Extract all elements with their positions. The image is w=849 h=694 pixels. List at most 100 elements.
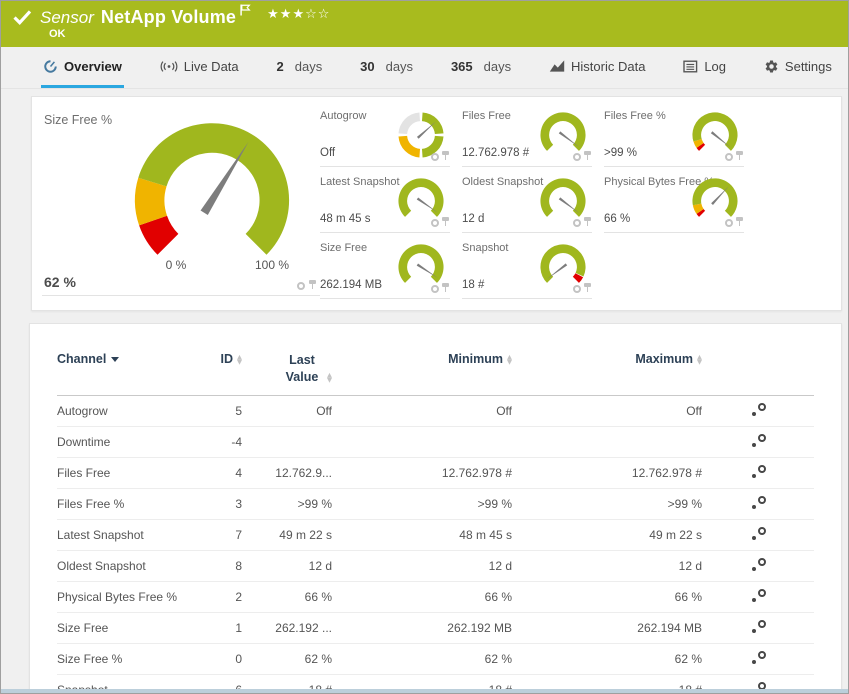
gauge-tile-autogrow[interactable]: Autogrow Off (320, 101, 450, 167)
edit-channel-icon[interactable] (750, 557, 767, 574)
channel-maximum: 12.762.978 # (631, 465, 702, 480)
pin-icon[interactable] (442, 217, 449, 227)
channel-name[interactable]: Files Free (57, 466, 207, 480)
table-header-row: Channel ID ▲ ▼ Last Value ▲ ▼ Minimum ▲ ▼ Maxi… (57, 352, 814, 396)
gauge-scale-max: 100 % (254, 258, 290, 272)
gauge-tile-files-free-pct[interactable]: Files Free % >99 % (604, 101, 744, 167)
tab-label: Log (704, 58, 727, 74)
gauge-tile-latest-snapshot[interactable]: Latest Snapshot 48 m 45 s (320, 167, 450, 233)
channel-name[interactable]: Files Free % (57, 497, 207, 511)
tab-live-data[interactable]: Live Data (158, 47, 241, 88)
gauge-tile-size-free[interactable]: Size Free 262.194 MB (320, 233, 450, 299)
channel-name[interactable]: Latest Snapshot (57, 528, 207, 542)
tab-label: 30 (360, 58, 375, 74)
channel-last-value: 62 % (304, 651, 332, 666)
chevron-down-icon (111, 357, 120, 363)
tab-settings[interactable]: Settings (762, 47, 834, 88)
column-header-maximum[interactable]: Maximum ▲ ▼ (512, 352, 702, 366)
edit-channel-icon[interactable] (750, 588, 767, 605)
edit-channel-icon[interactable] (750, 433, 767, 450)
channel-id: 2 (235, 589, 242, 604)
gauges-panel: Size Free % 0 % 100 % 62 % Autogrow Off … (31, 96, 842, 311)
gear-icon[interactable] (297, 282, 305, 290)
chart-icon (549, 59, 565, 73)
gauge-tile-physical-bytes-free-pct[interactable]: Physical Bytes Free % 66 % (604, 167, 744, 233)
sensor-header: Sensor NetApp Volume ★★★☆☆ OK (1, 1, 848, 47)
pin-icon[interactable] (442, 151, 449, 161)
pin-icon[interactable] (736, 151, 743, 161)
gauge-tile-oldest-snapshot[interactable]: Oldest Snapshot 12 d (462, 167, 592, 233)
gear-icon (764, 59, 779, 74)
channel-id: 4 (235, 465, 242, 480)
edit-channel-icon[interactable] (750, 495, 767, 512)
edit-channel-icon[interactable] (750, 619, 767, 636)
live-signal-icon (160, 59, 178, 74)
edit-channel-icon[interactable] (750, 464, 767, 481)
tab-label: Historic Data (571, 58, 646, 74)
table-row: Autogrow 5 Off Off Off (57, 396, 814, 427)
tab-historic-data[interactable]: Historic Data (547, 47, 647, 88)
pin-icon[interactable] (584, 217, 591, 227)
tab-overview[interactable]: Overview (41, 47, 124, 88)
channel-name[interactable]: Oldest Snapshot (57, 559, 207, 573)
pin-icon[interactable] (309, 280, 316, 290)
pin-icon[interactable] (584, 283, 591, 293)
channel-maximum: 62 % (674, 651, 702, 666)
channel-last-value: 49 m 22 s (279, 527, 332, 542)
channel-name[interactable]: Size Free % (57, 652, 207, 666)
gear-icon[interactable] (725, 219, 733, 227)
sort-icon: ▲ ▼ (697, 352, 702, 366)
gear-icon[interactable] (431, 153, 439, 161)
channel-name[interactable]: Size Free (57, 621, 207, 635)
gear-icon[interactable] (573, 153, 581, 161)
channel-name[interactable]: Autogrow (57, 404, 207, 418)
gauge-value: 18 # (462, 279, 485, 291)
channel-maximum: 49 m 22 s (649, 527, 702, 542)
channel-id: 8 (235, 558, 242, 573)
tab-30-days[interactable]: 30 days (358, 47, 415, 88)
edit-channel-icon[interactable] (750, 526, 767, 543)
channel-name[interactable]: Physical Bytes Free % (57, 590, 207, 604)
channel-id: 3 (235, 496, 242, 511)
tab-log[interactable]: Log (681, 47, 728, 88)
gear-icon[interactable] (431, 219, 439, 227)
tab-2-days[interactable]: 2 days (275, 47, 325, 88)
gauge-value: 262.194 MB (320, 279, 383, 291)
gear-icon[interactable] (573, 219, 581, 227)
gauge-icon (43, 59, 58, 74)
pin-icon[interactable] (584, 151, 591, 161)
main-gauge-canvas (134, 123, 290, 255)
gauge-value: 62 % (44, 274, 76, 290)
gauge-tile-files-free[interactable]: Files Free 12.762.978 # (462, 101, 592, 167)
gear-icon[interactable] (725, 153, 733, 161)
tab-suffix: days (294, 58, 323, 74)
status-check-icon (13, 10, 32, 25)
tab-label: 2 (276, 58, 284, 74)
log-icon (683, 60, 698, 73)
object-kind-label: Sensor (40, 7, 94, 27)
tab-365-days[interactable]: 365 days (449, 47, 513, 88)
edit-channel-icon[interactable] (750, 402, 767, 419)
column-header-last-value[interactable]: Last Value ▲ ▼ (242, 352, 332, 386)
column-header-channel[interactable]: Channel (57, 352, 207, 366)
pin-icon[interactable] (442, 283, 449, 293)
flag-icon[interactable] (240, 3, 251, 22)
channel-name[interactable]: Downtime (57, 435, 207, 449)
tab-suffix: days (483, 58, 512, 74)
gear-icon[interactable] (431, 285, 439, 293)
gear-icon[interactable] (573, 285, 581, 293)
edit-channel-icon[interactable] (750, 650, 767, 667)
column-header-minimum[interactable]: Minimum ▲ ▼ (332, 352, 512, 366)
pin-icon[interactable] (736, 217, 743, 227)
channel-minimum: 66 % (484, 589, 512, 604)
channel-minimum: 62 % (484, 651, 512, 666)
main-gauge-tile[interactable]: Size Free % 0 % 100 % 62 % (42, 105, 320, 296)
gauge-tile-snapshot[interactable]: Snapshot 18 # (462, 233, 592, 299)
tab-label: Settings (784, 58, 832, 74)
channel-minimum: 262.192 MB (447, 620, 512, 635)
channel-id: 5 (235, 403, 242, 418)
tab-label: 365 (450, 58, 473, 74)
priority-stars[interactable]: ★★★☆☆ (267, 7, 330, 22)
column-header-id[interactable]: ID ▲ ▼ (207, 352, 243, 366)
gauge-value: 12.762.978 # (462, 147, 530, 159)
